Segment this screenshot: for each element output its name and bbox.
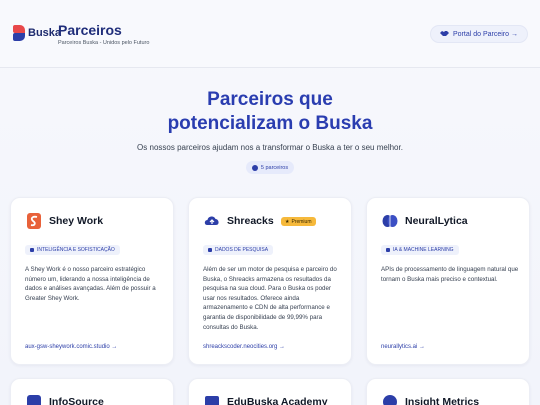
portal-button-label: Portal do Parceiro → — [453, 30, 518, 38]
partner-name: Insight Metrics — [405, 396, 480, 405]
hero-title-line2: potencializam o Buska — [167, 113, 373, 134]
handshake-icon — [440, 30, 449, 39]
database-icon — [208, 248, 212, 252]
logo-text: Buska — [28, 27, 62, 39]
partner-description: A Shey Work é o nosso parceiro estratégi… — [25, 266, 156, 302]
star-icon: ★ — [285, 218, 290, 225]
hero-subtitle: Os nossos parceiros ajudam nos a transfo… — [137, 143, 403, 152]
partner-name: Shreacks — [227, 215, 274, 227]
brain-icon — [381, 212, 399, 230]
premium-badge: ★ Premium — [281, 217, 316, 226]
partner-tag-label: DADOS DE PESQUISA — [215, 247, 269, 253]
hero-title: Parceiros que potencializam o Buska — [0, 88, 540, 136]
partner-card-neurallytica[interactable]: NeuralLytica IA & MACHINE LEARNING APIs … — [366, 197, 530, 365]
partner-card-infosource[interactable]: InfoSource — [10, 378, 174, 405]
partner-count-badge: 5 parceiros — [246, 161, 294, 174]
edu-icon — [203, 393, 221, 405]
page-subtitle: Parceiros Buska - Unidos pelo Futuro — [58, 40, 150, 46]
partner-card-edubuska[interactable]: EduBuska Academy — [188, 378, 352, 405]
partner-name: NeuralLytica — [405, 215, 468, 227]
hero-title-line1: Parceiros que — [207, 89, 333, 110]
partner-link[interactable]: aux-gsw-sheywork.comic.studio → — [25, 344, 117, 350]
partner-card-shey-work[interactable]: Shey Work INTELIGÊNCIA E SOFISTICAÇÃO A … — [10, 197, 174, 365]
partner-description: APIs de processamento de linguagem natur… — [381, 266, 519, 283]
shey-work-icon — [25, 212, 43, 230]
partner-tag-label: INTELIGÊNCIA E SOFISTICAÇÃO — [37, 247, 115, 253]
partner-tag: INTELIGÊNCIA E SOFISTICAÇÃO — [25, 245, 120, 255]
partner-tag: IA & MACHINE LEARNING — [381, 245, 459, 255]
partner-name: EduBuska Academy — [227, 396, 328, 405]
chart-icon — [30, 248, 34, 252]
logo[interactable]: Buska — [13, 25, 61, 41]
header: Buska Parceiros Parceiros Buska - Unidos… — [0, 0, 540, 68]
ai-icon — [386, 248, 390, 252]
partner-tag: DADOS DE PESQUISA — [203, 245, 274, 255]
partner-tag-label: IA & MACHINE LEARNING — [393, 247, 454, 253]
partner-name: Shey Work — [49, 215, 104, 227]
page-title: Parceiros — [58, 22, 122, 38]
partner-count-label: 5 parceiros — [260, 164, 289, 171]
partner-card-insight-metrics[interactable]: Insight Metrics — [366, 378, 530, 405]
portal-parceiro-button[interactable]: Portal do Parceiro → — [430, 25, 528, 43]
premium-label: Premium — [291, 218, 312, 225]
partner-card-shreacks[interactable]: Shreacks ★ Premium DADOS DE PESQUISA Alé… — [188, 197, 352, 365]
cloud-upload-icon — [203, 212, 221, 230]
globe-icon — [251, 164, 258, 171]
buska-logo-icon — [13, 25, 25, 41]
partner-name: InfoSource — [49, 396, 104, 405]
partner-link[interactable]: neurallytics.ai → — [381, 344, 425, 350]
info-source-icon — [25, 393, 43, 405]
partner-link[interactable]: shreackscoder.neocities.org → — [203, 344, 285, 350]
metrics-icon — [381, 393, 399, 405]
partner-description: Além de ser um motor de pesquisa e parce… — [203, 266, 337, 331]
